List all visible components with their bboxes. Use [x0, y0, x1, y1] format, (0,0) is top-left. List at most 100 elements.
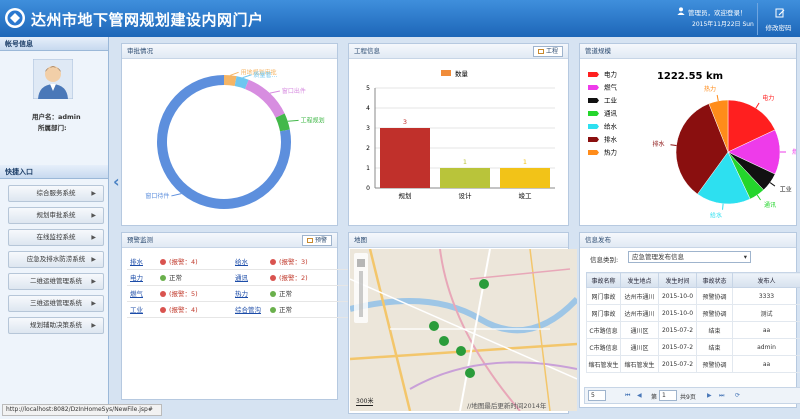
pie-slice-label: 排水: [652, 140, 664, 148]
table-row[interactable]: C市路信息 通川区 2015-07-2 结束 admin: [586, 338, 800, 356]
normal-dot-icon: [270, 307, 276, 313]
map-marker-icon[interactable]: [479, 279, 489, 289]
quick-item-2d-ops[interactable]: 二维运维管理系统 ▶: [8, 273, 104, 290]
bar-value-label: 3: [403, 118, 407, 126]
warning-link-heat[interactable]: 热力: [235, 290, 248, 298]
table-icon: [537, 49, 544, 54]
quick-item-emergency[interactable]: 应急及排水防涝系统 ▶: [8, 251, 104, 268]
ring-segment[interactable]: [234, 76, 249, 90]
warning-link-telecom[interactable]: 通讯: [235, 274, 248, 282]
info-panel-title: 信息发布: [580, 233, 796, 248]
table-row[interactable]: C市路信息 通川区 2015-07-2 结束 aa: [586, 321, 800, 339]
chevron-right-icon: ▶: [91, 190, 96, 197]
chevron-right-icon: ▶: [91, 300, 96, 307]
status-bar-url: http://localhost:8082/DzInHomeSys/NewFil…: [2, 404, 162, 416]
account-section-title: 帐号信息: [0, 37, 108, 51]
table-row[interactable]: 网门事故 达州市通川 2015-10-0 预警协调 测试: [586, 304, 800, 322]
warning-table: 排水 (报警：4) 给水 (报警：3) 电力 正常 通讯 (报警：2) 燃气 (…: [127, 253, 349, 318]
pie-label-leader: [756, 194, 762, 201]
legend-item: 给水: [588, 122, 618, 131]
y-tick-label: 5: [366, 85, 370, 92]
map-marker-icon[interactable]: [465, 368, 475, 378]
first-page-icon[interactable]: ⏮: [625, 392, 630, 400]
ring-segment-label: 窗口出件: [282, 87, 306, 95]
warning-link-water[interactable]: 给水: [235, 258, 248, 266]
pipe-panel: 管道规模 1222.55 km电力燃气工业通讯给水排水热力电力燃气工业通讯给水排…: [579, 43, 797, 226]
project-button[interactable]: 工程: [532, 46, 563, 57]
category-select[interactable]: 应急管理发布信息 ▾: [628, 251, 751, 263]
bar-value-label: 1: [523, 158, 527, 166]
table-row[interactable]: 缩石管发生 缩石管发生 2015-07-2 预警协调 aa: [586, 355, 800, 373]
refresh-icon[interactable]: ⟳: [735, 392, 740, 399]
user-department: 所属部门:: [38, 124, 67, 132]
current-date: 2015年11月22日 Sun: [692, 21, 754, 28]
warning-button[interactable]: 预警: [301, 235, 332, 246]
legend-item: 工业: [588, 96, 618, 105]
ring-segment[interactable]: [275, 113, 290, 132]
chevron-right-icon: ▶: [91, 234, 96, 241]
last-page-icon[interactable]: ⏭: [719, 392, 724, 400]
quick-item-planning-approval[interactable]: 规划审批系统 ▶: [8, 207, 104, 224]
map-panel: 地图 300米 //地图最后更新时间2014年: [348, 232, 577, 414]
ring-label-leader: [171, 193, 182, 197]
warning-link-power[interactable]: 电力: [130, 274, 143, 282]
user-icon: [677, 7, 685, 15]
y-tick-label: 1: [366, 165, 370, 172]
quick-item-3d-ops[interactable]: 三维运维管理系统 ▶: [8, 295, 104, 312]
table-icon: [306, 238, 313, 243]
warning-link-utility-tunnel[interactable]: 综合管沟: [235, 306, 261, 314]
alarm-dot-icon: [160, 307, 166, 313]
map-marker-icon[interactable]: [456, 346, 466, 356]
legend-label: 热力: [604, 148, 617, 157]
ring-segment[interactable]: [223, 75, 237, 87]
map-view[interactable]: 300米 //地图最后更新时间2014年: [350, 249, 577, 411]
legend-swatch: [588, 150, 599, 155]
map-marker-icon[interactable]: [439, 336, 449, 346]
chevron-right-icon: ▶: [91, 278, 96, 285]
pie-slice-label: 给水: [710, 212, 722, 220]
table-row[interactable]: 网门事故 达州市通川 2015-10-0 预警协调 3333: [586, 287, 800, 305]
header: 达州市地下管网规划建设内网门户 管理员，欢迎登录！ 2015年11月22日 Su…: [0, 0, 800, 37]
collapse-sidebar-icon[interactable]: ‹: [113, 172, 120, 191]
x-tick-label: 设计: [459, 191, 473, 200]
map-marker-icon[interactable]: [429, 321, 439, 331]
quick-entry-title: 快捷入口: [0, 165, 108, 179]
table-header: 事故名称 发生地点 发生时间 事故状态 发布人: [586, 272, 800, 288]
table-row: 排水 (报警：4) 给水 (报警：3): [127, 253, 349, 270]
city-logo-icon: [5, 8, 25, 28]
warning-link-gas[interactable]: 燃气: [130, 290, 143, 298]
legend-label: 排水: [604, 135, 618, 144]
change-password-label: 修改密码: [765, 24, 792, 32]
ring-segment[interactable]: [244, 79, 285, 118]
warning-panel: 预警监测 预警 排水 (报警：4) 给水 (报警：3) 电力 正常 通讯 (报警…: [121, 232, 349, 400]
legend-item: 热力: [588, 148, 617, 157]
project-bar-chart: 数量 0 1 2 3 4 5 3 规划 1 设计 1 竣工: [366, 69, 555, 200]
quick-item-online-monitor[interactable]: 在线监控系统 ▶: [8, 229, 104, 246]
bar[interactable]: [440, 168, 490, 188]
pie-label-leader: [716, 94, 719, 102]
account-info: 用户名：admin 所属部门:: [0, 51, 108, 147]
legend-swatch: [441, 70, 451, 76]
warning-link-industry[interactable]: 工业: [130, 306, 143, 314]
x-tick-label: 竣工: [519, 191, 533, 200]
next-page-icon[interactable]: ▶: [707, 392, 712, 399]
legend-swatch: [588, 85, 599, 90]
info-table: 事故名称 发生地点 发生时间 事故状态 发布人 网门事故 达州市通川 2015-10…: [586, 272, 800, 373]
ring-label-leader: [287, 119, 299, 122]
pie-slice-label: 通讯: [764, 201, 776, 209]
x-tick-label: 规划: [399, 191, 412, 200]
quick-item-comprehensive[interactable]: 综合服务系统 ▶: [8, 185, 104, 202]
chevron-right-icon: ▶: [91, 256, 96, 263]
table-row: 电力 正常 通讯 (报警：2): [127, 269, 349, 286]
pie-label-leader: [722, 203, 724, 210]
bar[interactable]: [500, 168, 550, 188]
page-input[interactable]: 1: [659, 390, 677, 401]
category-label: 信息类别:: [590, 256, 619, 264]
prev-page-icon[interactable]: ◀: [637, 392, 642, 399]
quick-item-decision[interactable]: 规划辅助决策系统 ▶: [8, 317, 104, 334]
change-password-button[interactable]: 修改密码: [757, 3, 799, 35]
page-size-select[interactable]: 5: [588, 390, 606, 401]
pie-slice-label: 热力: [704, 85, 716, 93]
bar[interactable]: [380, 128, 430, 188]
warning-link-drainage[interactable]: 排水: [130, 258, 143, 266]
